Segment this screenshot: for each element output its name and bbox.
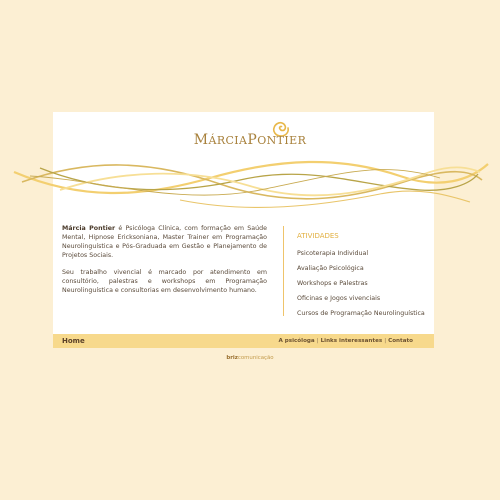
- column-divider: [283, 226, 284, 316]
- decorative-waves: [13, 160, 489, 208]
- intro-paragraph-1: Márcia Pontier é Psicóloga Clínica, com …: [62, 225, 267, 259]
- footer-link-links-interessantes[interactable]: Links interessantes: [321, 338, 383, 344]
- agency-credit[interactable]: brizcomunicação: [0, 354, 500, 362]
- home-link[interactable]: Home: [62, 336, 85, 346]
- activity-item-workshops[interactable]: Workshops e Palestras: [297, 276, 425, 291]
- activity-item-avaliacao[interactable]: Avaliação Psicológica: [297, 261, 425, 276]
- footer-nav: A psicóloga | Links interessantes | Contato: [278, 337, 413, 346]
- activity-item-cursos-pnl[interactable]: Cursos de Programação Neurolinguística: [297, 306, 425, 321]
- intro-name: Márcia Pontier: [62, 225, 116, 232]
- activity-item-psicoterapia[interactable]: Psicoterapia Individual: [297, 246, 425, 261]
- activity-item-oficinas[interactable]: Oficinas e Jogos vivenciais: [297, 291, 425, 306]
- intro-text: Márcia Pontier é Psicóloga Clínica, com …: [62, 224, 267, 303]
- activities-title: ATIVIDADES: [297, 232, 339, 240]
- activities-list: Psicoterapia Individual Avaliação Psicol…: [297, 246, 425, 321]
- footer-link-contato[interactable]: Contato: [388, 338, 413, 344]
- footer-link-psicologa[interactable]: A psicóloga: [278, 338, 314, 344]
- logo-wordmark: MÁRCIAPONTIER: [193, 132, 307, 148]
- intro-paragraph-2: Seu trabalho vivencial é marcado por ate…: [62, 269, 267, 294]
